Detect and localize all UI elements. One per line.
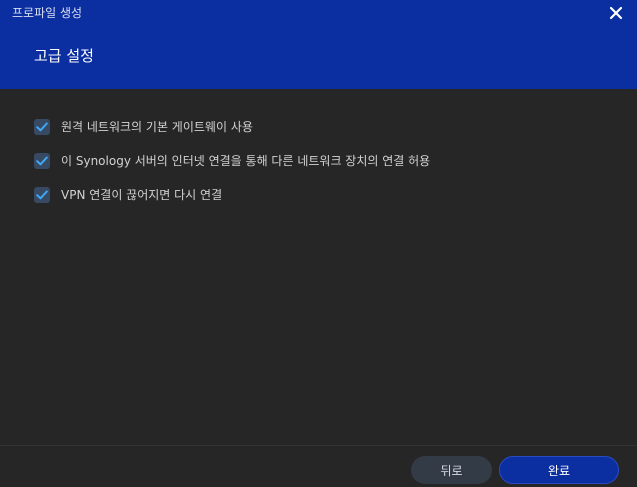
done-button[interactable]: 완료	[499, 456, 619, 484]
section-title: 고급 설정	[34, 47, 94, 65]
option-label: VPN 연결이 끊어지면 다시 연결	[61, 188, 223, 202]
options-list: 원격 네트워크의 기본 게이트웨이 사용 이 Synology 서버의 인터넷 …	[34, 117, 614, 219]
checkbox-checked-icon[interactable]	[34, 153, 50, 169]
dialog-header: 프로파일 생성 고급 설정	[0, 0, 637, 89]
option-label: 원격 네트워크의 기본 게이트웨이 사용	[61, 120, 253, 134]
checkbox-checked-icon[interactable]	[34, 187, 50, 203]
option-reconnect[interactable]: VPN 연결이 끊어지면 다시 연결	[34, 185, 614, 205]
checkbox-checked-icon[interactable]	[34, 119, 50, 135]
option-use-default-gateway[interactable]: 원격 네트워크의 기본 게이트웨이 사용	[34, 117, 614, 137]
back-button[interactable]: 뒤로	[411, 456, 492, 484]
create-profile-dialog: 프로파일 생성 고급 설정 원격 네트워크의 기본 게이트웨이 사용 이 Syn…	[0, 0, 637, 487]
footer-divider	[0, 445, 637, 446]
option-label: 이 Synology 서버의 인터넷 연결을 통해 다른 네트워크 장치의 연결…	[61, 154, 431, 168]
option-allow-other-devices[interactable]: 이 Synology 서버의 인터넷 연결을 통해 다른 네트워크 장치의 연결…	[34, 151, 614, 171]
window-title: 프로파일 생성	[12, 6, 83, 20]
close-icon[interactable]	[608, 5, 624, 21]
